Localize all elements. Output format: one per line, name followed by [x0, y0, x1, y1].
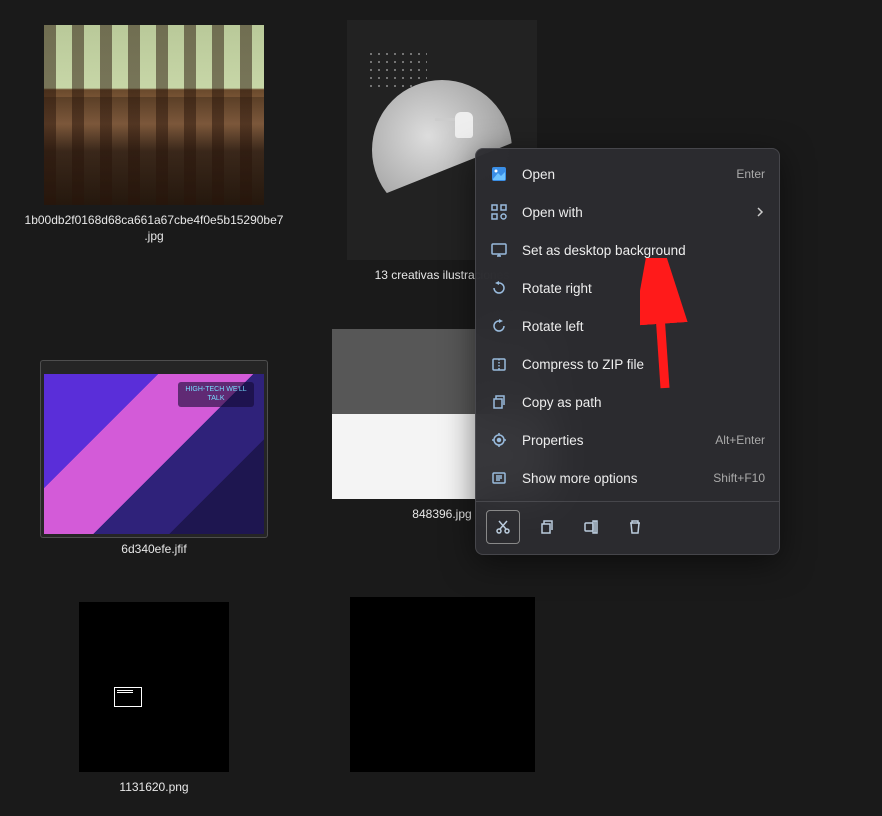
file-item[interactable]: 1131620.png [20, 597, 288, 796]
menu-label: Compress to ZIP file [522, 357, 765, 372]
image-preview [350, 597, 535, 772]
file-label: 1131620.png [119, 780, 188, 796]
cut-button[interactable] [486, 510, 520, 544]
menu-label: Open [522, 167, 722, 182]
menu-label: Rotate left [522, 319, 765, 334]
menu-item-open[interactable]: Open Enter [476, 155, 779, 193]
thumbnail[interactable] [44, 597, 264, 772]
menu-label: Set as desktop background [522, 243, 765, 258]
thumbnail[interactable] [332, 597, 552, 772]
menu-shortcut: Shift+F10 [713, 471, 765, 485]
open-with-icon [490, 203, 508, 221]
menu-item-rotate-left[interactable]: Rotate left [476, 307, 779, 345]
file-label: 848396.jpg [412, 507, 471, 523]
delete-button[interactable] [618, 510, 652, 544]
copy-path-icon [490, 393, 508, 411]
context-menu: Open Enter Open with Set as desktop back… [475, 148, 780, 555]
desktop-icon [490, 241, 508, 259]
copy-button[interactable] [530, 510, 564, 544]
image-preview [44, 374, 264, 534]
image-preview [79, 602, 229, 772]
thumbnail[interactable] [44, 20, 264, 205]
menu-shortcut: Enter [736, 167, 765, 181]
more-options-icon [490, 469, 508, 487]
file-item[interactable]: 1b00db2f0168d68ca661a67cbe4f0e5b15290be7… [20, 20, 288, 244]
menu-item-copy-path[interactable]: Copy as path [476, 383, 779, 421]
menu-item-show-more[interactable]: Show more options Shift+F10 [476, 459, 779, 497]
file-label: 1b00db2f0168d68ca661a67cbe4f0e5b15290be7… [24, 213, 284, 244]
rotate-right-icon [490, 279, 508, 297]
menu-label: Rotate right [522, 281, 765, 296]
action-bar [476, 501, 779, 548]
properties-icon [490, 431, 508, 449]
open-image-icon [490, 165, 508, 183]
file-item[interactable] [308, 597, 576, 780]
menu-item-set-background[interactable]: Set as desktop background [476, 231, 779, 269]
menu-label: Properties [522, 433, 701, 448]
file-label: 6d340efe.jfif [121, 542, 186, 558]
chevron-right-icon [755, 207, 765, 217]
rename-button[interactable] [574, 510, 608, 544]
menu-item-compress-zip[interactable]: Compress to ZIP file [476, 345, 779, 383]
menu-shortcut: Alt+Enter [715, 433, 765, 447]
menu-label: Show more options [522, 471, 699, 486]
menu-label: Open with [522, 205, 741, 220]
zip-icon [490, 355, 508, 373]
menu-item-properties[interactable]: Properties Alt+Enter [476, 421, 779, 459]
menu-item-rotate-right[interactable]: Rotate right [476, 269, 779, 307]
thumbnail[interactable] [44, 364, 264, 534]
image-preview [44, 25, 264, 205]
menu-item-open-with[interactable]: Open with [476, 193, 779, 231]
file-item-selected[interactable]: 6d340efe.jfif [20, 324, 288, 558]
menu-label: Copy as path [522, 395, 765, 410]
rotate-left-icon [490, 317, 508, 335]
